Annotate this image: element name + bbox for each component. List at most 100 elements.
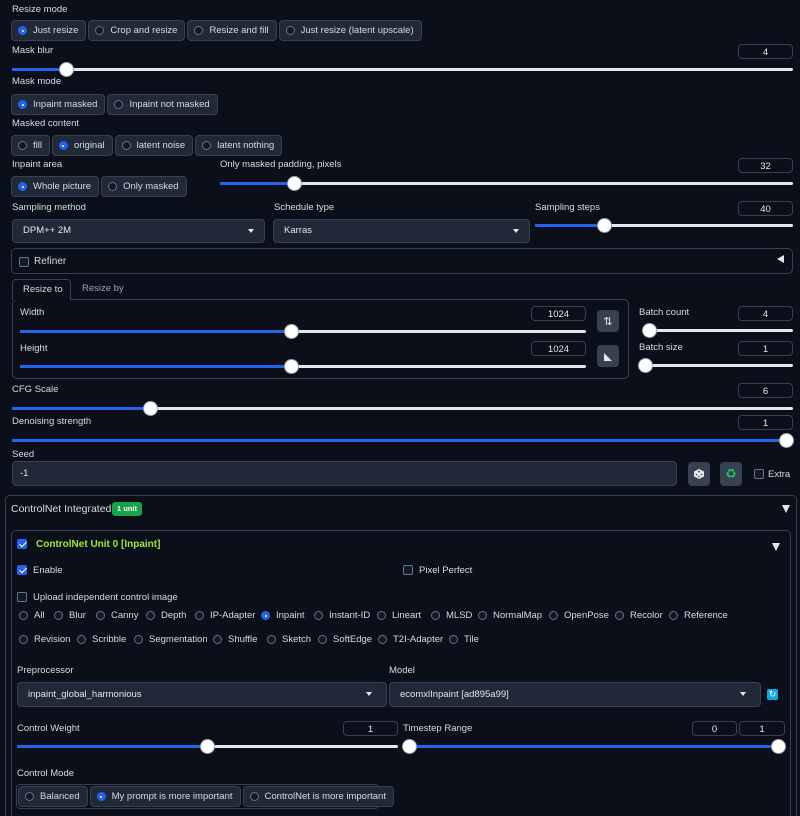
- model-dropdown[interactable]: ecomxlInpaint [ad895a99]: [389, 682, 761, 707]
- sampling-steps-input[interactable]: 40: [738, 201, 793, 216]
- denoising-strength-input[interactable]: 1: [738, 415, 793, 430]
- unit-enabled-checkbox[interactable]: [17, 539, 27, 549]
- radio-fill[interactable]: fill: [11, 135, 50, 156]
- radio-control-tile[interactable]: Tile: [449, 634, 479, 645]
- radio-control-softedge[interactable]: SoftEdge: [318, 634, 372, 645]
- radio-inpaint-masked[interactable]: Inpaint masked: [11, 94, 106, 115]
- collapse-left-icon[interactable]: [777, 255, 784, 263]
- radio-control-canny[interactable]: Canny: [96, 610, 138, 621]
- cfg-scale-slider[interactable]: [12, 402, 793, 416]
- slider-thumb[interactable]: [638, 359, 652, 372]
- batch-size-input[interactable]: 1: [738, 341, 793, 356]
- only-masked-padding-slider[interactable]: [220, 177, 793, 191]
- slider-thumb[interactable]: [285, 360, 299, 373]
- slider-thumb[interactable]: [143, 402, 157, 415]
- collapse-down-icon[interactable]: [782, 505, 790, 513]
- batch-count-slider[interactable]: [642, 324, 793, 338]
- radio-control-instant-id[interactable]: Instant-ID: [314, 610, 370, 621]
- preprocessor-dropdown[interactable]: inpaint_global_harmonious: [17, 682, 387, 707]
- radio-original[interactable]: original: [51, 135, 113, 156]
- collapse-down-icon[interactable]: [772, 543, 780, 551]
- slider-thumb-start[interactable]: [403, 740, 416, 753]
- radio-control-scribble[interactable]: Scribble: [77, 634, 126, 645]
- radio-icon: [25, 792, 34, 801]
- aspect-ratio-icon[interactable]: [597, 345, 619, 367]
- control-weight-input[interactable]: 1: [343, 721, 398, 736]
- radio-control-openpose[interactable]: OpenPose: [549, 610, 609, 621]
- extra-checkbox[interactable]: [754, 469, 764, 479]
- radio-control-depth[interactable]: Depth: [146, 610, 186, 621]
- radio-whole-picture[interactable]: Whole picture: [11, 176, 100, 197]
- radio-crop-and-resize[interactable]: Crop and resize: [88, 20, 186, 41]
- pixel-perfect-checkbox[interactable]: [403, 565, 413, 575]
- radio-control-revision[interactable]: Revision: [19, 634, 70, 645]
- radio-balanced[interactable]: Balanced: [18, 786, 88, 807]
- recycle-icon[interactable]: ♻: [720, 462, 742, 486]
- radio-control-inpaint[interactable]: Inpaint: [261, 610, 305, 621]
- batch-count-input[interactable]: 4: [738, 306, 793, 321]
- radio-latent-nothing[interactable]: latent nothing: [195, 135, 283, 156]
- radio-control-t2i-adapter[interactable]: T2I-Adapter: [378, 634, 443, 645]
- batch-size-slider[interactable]: [638, 359, 793, 373]
- timestep-start-input[interactable]: 0: [692, 721, 737, 736]
- radio-only-masked[interactable]: Only masked: [101, 176, 187, 197]
- radio-control-sketch[interactable]: Sketch: [267, 634, 311, 645]
- radio-latent-noise[interactable]: latent noise: [114, 135, 194, 156]
- control-weight-slider[interactable]: [17, 740, 398, 754]
- slider-thumb[interactable]: [598, 219, 612, 232]
- dice-icon[interactable]: [688, 462, 710, 486]
- radio-control-blur[interactable]: Blur: [54, 610, 86, 621]
- width-input[interactable]: 1024: [531, 306, 586, 321]
- controlnet-title[interactable]: ControlNet Integrated: [11, 503, 111, 515]
- mask-blur-slider[interactable]: [12, 63, 793, 77]
- timestep-range-slider[interactable]: [403, 740, 785, 754]
- radio-control-all[interactable]: All: [19, 610, 45, 621]
- radio-inpaint-not-masked[interactable]: Inpaint not masked: [107, 94, 218, 115]
- radio-control-normalmap[interactable]: NormalMap: [478, 610, 542, 621]
- slider-thumb-end[interactable]: [772, 740, 785, 753]
- enable-checkbox[interactable]: [17, 565, 27, 575]
- slider-thumb[interactable]: [285, 325, 299, 338]
- radio-control-lineart[interactable]: Lineart: [377, 610, 421, 621]
- radio-control-shuffle[interactable]: Shuffle: [213, 634, 257, 645]
- mask-blur-input[interactable]: 4: [738, 44, 793, 59]
- radio-control-recolor[interactable]: Recolor: [615, 610, 663, 621]
- slider-thumb[interactable]: [60, 63, 74, 76]
- radio-control-reference[interactable]: Reference: [669, 610, 728, 621]
- upload-control-image-checkbox[interactable]: [17, 592, 27, 602]
- radio-controlnet-important[interactable]: ControlNet is more important: [242, 786, 394, 807]
- controlnet-unit-title[interactable]: ControlNet Unit 0 [Inpaint]: [36, 539, 160, 550]
- slider-thumb[interactable]: [642, 324, 656, 337]
- slider-thumb[interactable]: [779, 434, 793, 447]
- tab-resize-by[interactable]: Resize by: [72, 279, 132, 299]
- refiner-checkbox[interactable]: [19, 257, 29, 267]
- seed-input[interactable]: -1: [12, 461, 677, 486]
- radio-control-segmentation[interactable]: Segmentation: [134, 634, 208, 645]
- swap-dimensions-icon[interactable]: ⇅: [597, 310, 619, 332]
- only-masked-padding-input[interactable]: 32: [738, 158, 793, 173]
- radio-just-resize-latent[interactable]: Just resize (latent upscale): [278, 20, 422, 41]
- radio-control-mlsd[interactable]: MLSD: [431, 610, 472, 621]
- sampling-method-label: Sampling method: [12, 202, 86, 213]
- radio-resize-and-fill[interactable]: Resize and fill: [187, 20, 277, 41]
- radio-just-resize[interactable]: Just resize: [11, 20, 87, 41]
- radio-my-prompt-important[interactable]: My prompt is more important: [89, 786, 241, 807]
- timestep-end-input[interactable]: 1: [739, 721, 785, 736]
- batch-count-label: Batch count: [639, 307, 690, 318]
- sampling-steps-slider[interactable]: [535, 219, 793, 233]
- height-slider[interactable]: [20, 360, 586, 374]
- denoising-strength-slider[interactable]: [12, 434, 793, 448]
- chevron-down-icon: [366, 692, 372, 696]
- slider-thumb[interactable]: [201, 740, 214, 753]
- slider-thumb[interactable]: [287, 177, 301, 190]
- radio-icon: [249, 792, 259, 801]
- width-slider[interactable]: [20, 325, 586, 339]
- height-input[interactable]: 1024: [531, 341, 586, 356]
- schedule-type-dropdown[interactable]: Karras: [273, 219, 530, 243]
- tab-resize-to[interactable]: Resize to: [12, 279, 71, 300]
- sampling-method-dropdown[interactable]: DPM++ 2M: [12, 219, 265, 243]
- refiner-accordion[interactable]: Refiner: [11, 248, 793, 274]
- cfg-scale-input[interactable]: 6: [738, 383, 793, 398]
- refresh-models-icon[interactable]: ↻: [767, 689, 778, 700]
- radio-control-ip-adapter[interactable]: IP-Adapter: [195, 610, 255, 621]
